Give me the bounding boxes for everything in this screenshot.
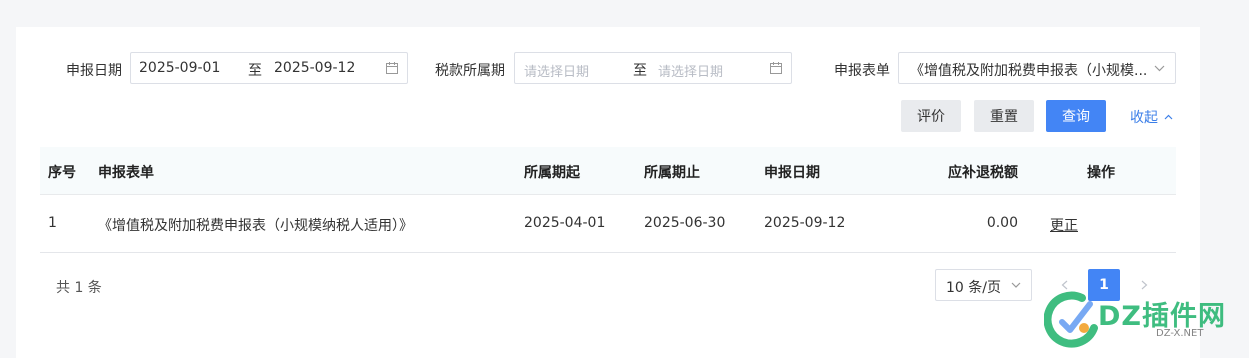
chevron-down-icon (1011, 282, 1021, 288)
watermark-logo-icon (1044, 291, 1098, 348)
collapse-label: 收起 (1130, 110, 1158, 126)
tax-period-label: 税款所属期 (435, 63, 505, 79)
table-row: 1 《增值税及附加税费申报表（小规模纳税人适用）》 2025-04-01 202… (40, 195, 1176, 253)
total-count: 共 1 条 (56, 280, 102, 296)
declare-date-start[interactable]: 2025-09-01 (139, 60, 220, 76)
cell-declare-date: 2025-09-12 (764, 215, 846, 231)
declare-date-range[interactable]: 2025-09-01 至 2025-09-12 (130, 52, 408, 84)
col-period-end: 所属期止 (644, 165, 700, 181)
correct-link[interactable]: 更正 (1050, 215, 1078, 235)
tax-period-sep: 至 (633, 63, 647, 79)
reset-button[interactable]: 重置 (974, 100, 1034, 132)
collapse-toggle[interactable]: 收起 (1130, 107, 1173, 127)
calendar-icon[interactable] (770, 62, 782, 74)
col-action: 操作 (1087, 165, 1115, 181)
declare-date-sep: 至 (248, 63, 262, 79)
chevron-left-icon (1061, 280, 1067, 290)
evaluate-button[interactable]: 评价 (901, 100, 961, 132)
cell-form: 《增值税及附加税费申报表（小规模纳税人适用）》 (98, 218, 413, 234)
form-label: 申报表单 (834, 63, 890, 79)
chevron-up-icon (1164, 114, 1173, 120)
col-index: 序号 (48, 165, 76, 181)
chevron-down-icon (1154, 65, 1165, 72)
cell-amount: 0.00 (986, 215, 1018, 231)
tax-period-range[interactable]: 请选择日期 至 请选择日期 (514, 52, 792, 84)
col-period-start: 所属期起 (524, 165, 580, 181)
form-select-value: 《增值税及附加税费申报表（小规模... (910, 63, 1148, 79)
watermark: DZ插件网 DZ-X.NET (1044, 290, 1244, 350)
col-declare-date: 申报日期 (764, 165, 820, 181)
tax-period-end[interactable]: 请选择日期 (658, 61, 723, 80)
col-amount: 应补退税额 (948, 165, 1018, 181)
col-form: 申报表单 (98, 165, 154, 181)
page-size-select[interactable]: 10 条/页 (935, 269, 1032, 301)
table-header: 序号 申报表单 所属期起 所属期止 申报日期 应补退税额 操作 (40, 147, 1176, 195)
declare-date-label: 申报日期 (66, 63, 122, 79)
form-select[interactable]: 《增值税及附加税费申报表（小规模... (898, 52, 1176, 84)
tax-period-start[interactable]: 请选择日期 (524, 61, 589, 80)
cell-period-end: 2025-06-30 (644, 215, 726, 231)
cell-period-start: 2025-04-01 (524, 215, 606, 231)
cell-index: 1 (48, 215, 57, 231)
chevron-right-icon (1141, 280, 1147, 290)
declare-date-end[interactable]: 2025-09-12 (274, 60, 355, 76)
page-size-value: 10 条/页 (946, 280, 1001, 296)
query-panel: 申报日期 2025-09-01 至 2025-09-12 税款所属期 请选择日期… (16, 27, 1200, 358)
watermark-subtext: DZ-X.NET (1156, 328, 1204, 339)
calendar-icon[interactable] (386, 62, 398, 74)
query-button[interactable]: 查询 (1046, 100, 1106, 132)
